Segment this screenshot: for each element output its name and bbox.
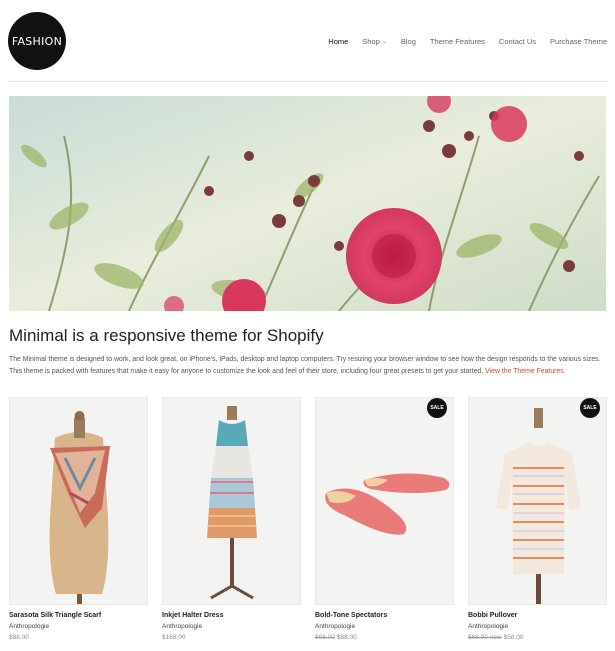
nav-label: Home [328, 37, 349, 46]
nav-item-shop[interactable]: Shop ⌄ [362, 37, 387, 46]
price-current: $58.00 [503, 634, 524, 641]
logo-text: FASHION [11, 34, 63, 48]
product-vendor: Anthropologie [9, 623, 50, 630]
product-name[interactable]: Bold-Tone Spectators [315, 612, 454, 619]
sale-badge: SALE [427, 398, 447, 418]
product-card[interactable]: Sarasota Silk Triangle Scarf Anthropolog… [9, 397, 148, 641]
shoes-image [316, 398, 453, 604]
product-card[interactable]: Inkjet Halter Dress Anthropologie $168.0… [162, 397, 301, 641]
nav-item-theme-features[interactable]: Theme Features [430, 37, 485, 46]
sale-badge: SALE [580, 398, 600, 418]
theme-features-link[interactable]: View the Theme Features. [485, 368, 566, 375]
page-headline: Minimal is a responsive theme for Shopif… [9, 326, 324, 345]
product-image[interactable] [162, 397, 301, 605]
product-price: $88.00 [9, 634, 148, 641]
nav-item-home[interactable]: Home [328, 37, 348, 46]
product-name[interactable]: Bobbi Pullover [468, 612, 607, 619]
product-vendor: Anthropologie [315, 623, 356, 630]
product-image[interactable]: SALE [468, 397, 607, 605]
nav-item-contact-us[interactable]: Contact Us [499, 37, 536, 46]
price-current: $88.00 [336, 634, 357, 641]
nav-label: Shop [362, 37, 380, 46]
nav-item-purchase-theme[interactable]: Purchase Theme [550, 37, 607, 46]
product-name[interactable]: Sarasota Silk Triangle Scarf [9, 612, 148, 619]
pullover-mannequin-image [469, 398, 606, 604]
product-price: $168.00 [162, 634, 301, 641]
nav-label: Contact Us [498, 37, 537, 46]
header-divider [8, 81, 607, 82]
hero-roses-image [9, 96, 606, 311]
product-price: $98.00 $88.00 [315, 634, 454, 641]
price-compare: $98.00 [315, 634, 335, 641]
scarf-mannequin-image [10, 398, 147, 604]
price-compare: $68.00 now [468, 634, 502, 641]
nav-label: Purchase Theme [550, 37, 607, 46]
product-name[interactable]: Inkjet Halter Dress [162, 612, 301, 619]
product-vendor: Anthropologie [468, 623, 509, 630]
product-card[interactable]: SALE Bobbi Pullover Anthropologie $68.00… [468, 397, 607, 641]
product-card[interactable]: SALE Bold-Tone Spectators Anthropologie … [315, 397, 454, 641]
main-nav: Home Shop ⌄ Blog Theme Features Contact U… [314, 37, 607, 46]
nav-item-blog[interactable]: Blog [401, 37, 416, 46]
product-grid: Sarasota Silk Triangle Scarf Anthropolog… [9, 397, 607, 647]
dress-mannequin-image [163, 398, 300, 604]
site-logo[interactable]: FASHION [8, 12, 66, 70]
chevron-down-icon: ⌄ [381, 39, 387, 45]
price-current: $168.00 [162, 634, 186, 641]
intro-paragraph: The Minimal theme is designed to work, a… [9, 354, 607, 378]
price-current: $88.00 [9, 634, 29, 641]
product-vendor: Anthropologie [162, 623, 203, 630]
nav-label: Blog [400, 37, 416, 46]
site-header: FASHION Home Shop ⌄ Blog Theme Features C… [0, 0, 615, 82]
hero-banner[interactable] [9, 96, 606, 311]
product-price: $68.00 now $58.00 [468, 634, 607, 641]
product-image[interactable]: SALE [315, 397, 454, 605]
nav-label: Theme Features [429, 37, 485, 46]
product-image[interactable] [9, 397, 148, 605]
